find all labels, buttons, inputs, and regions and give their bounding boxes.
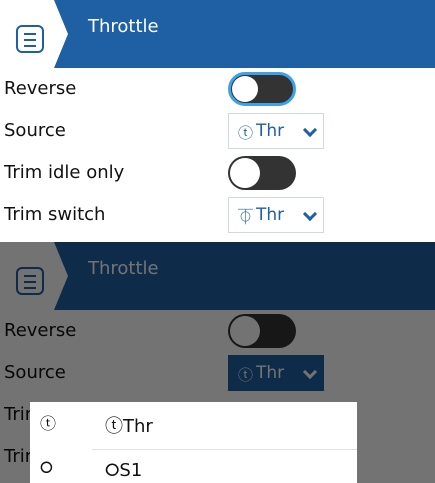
reverse-toggle[interactable]: [228, 72, 296, 106]
row-trim-idle-only: Trim idle only: [0, 152, 435, 194]
row-trim-switch: Trim switch ⏁ Thr: [0, 194, 435, 236]
reverse-label: Reverse: [4, 78, 77, 99]
chevron-down-icon: [302, 122, 318, 138]
trim-idle-only-label: Trim idle only: [4, 162, 125, 183]
throttle-icon: ⓣ: [40, 414, 57, 433]
trim-switch-select[interactable]: ⏁ Thr: [228, 197, 324, 233]
source-select[interactable]: ⓣ Thr: [228, 113, 324, 149]
trim-icon: ⏁: [238, 208, 254, 226]
trim-switch-value: Thr: [256, 205, 285, 225]
throttle-icon: ⓣ: [238, 124, 254, 142]
source-options-popup: ⓣ ⓣThr ⭘ ⭘S1: [30, 402, 357, 483]
throttle-screen: Throttle Reverse Source ⓣ Thr Trim idle …: [0, 0, 435, 242]
option-label: ⓣThr: [105, 416, 153, 437]
page-title: Throttle: [88, 16, 159, 37]
row-reverse: Reverse: [0, 68, 435, 110]
throttle-screen-with-popup: Throttle Reverse Source ⓣ Thr Trim idle …: [0, 242, 435, 483]
row-source: Source ⓣ Thr: [0, 110, 435, 152]
menu-tab[interactable]: [0, 0, 68, 68]
source-value: Thr: [256, 121, 285, 141]
toggle-knob: [232, 76, 258, 102]
source-label: Source: [4, 120, 66, 141]
header-bar: Throttle: [0, 0, 435, 68]
option-label: ⭘S1: [105, 460, 143, 481]
trim-switch-label: Trim switch: [4, 204, 106, 225]
switch-icon: ⭘: [40, 458, 53, 477]
menu-icon[interactable]: [16, 25, 44, 53]
option-s1[interactable]: ⭘ ⭘S1: [30, 450, 357, 483]
chevron-down-icon: [302, 206, 318, 222]
trim-idle-only-toggle[interactable]: [228, 156, 296, 190]
toggle-knob: [230, 158, 260, 188]
option-thr[interactable]: ⓣ ⓣThr: [30, 402, 357, 442]
